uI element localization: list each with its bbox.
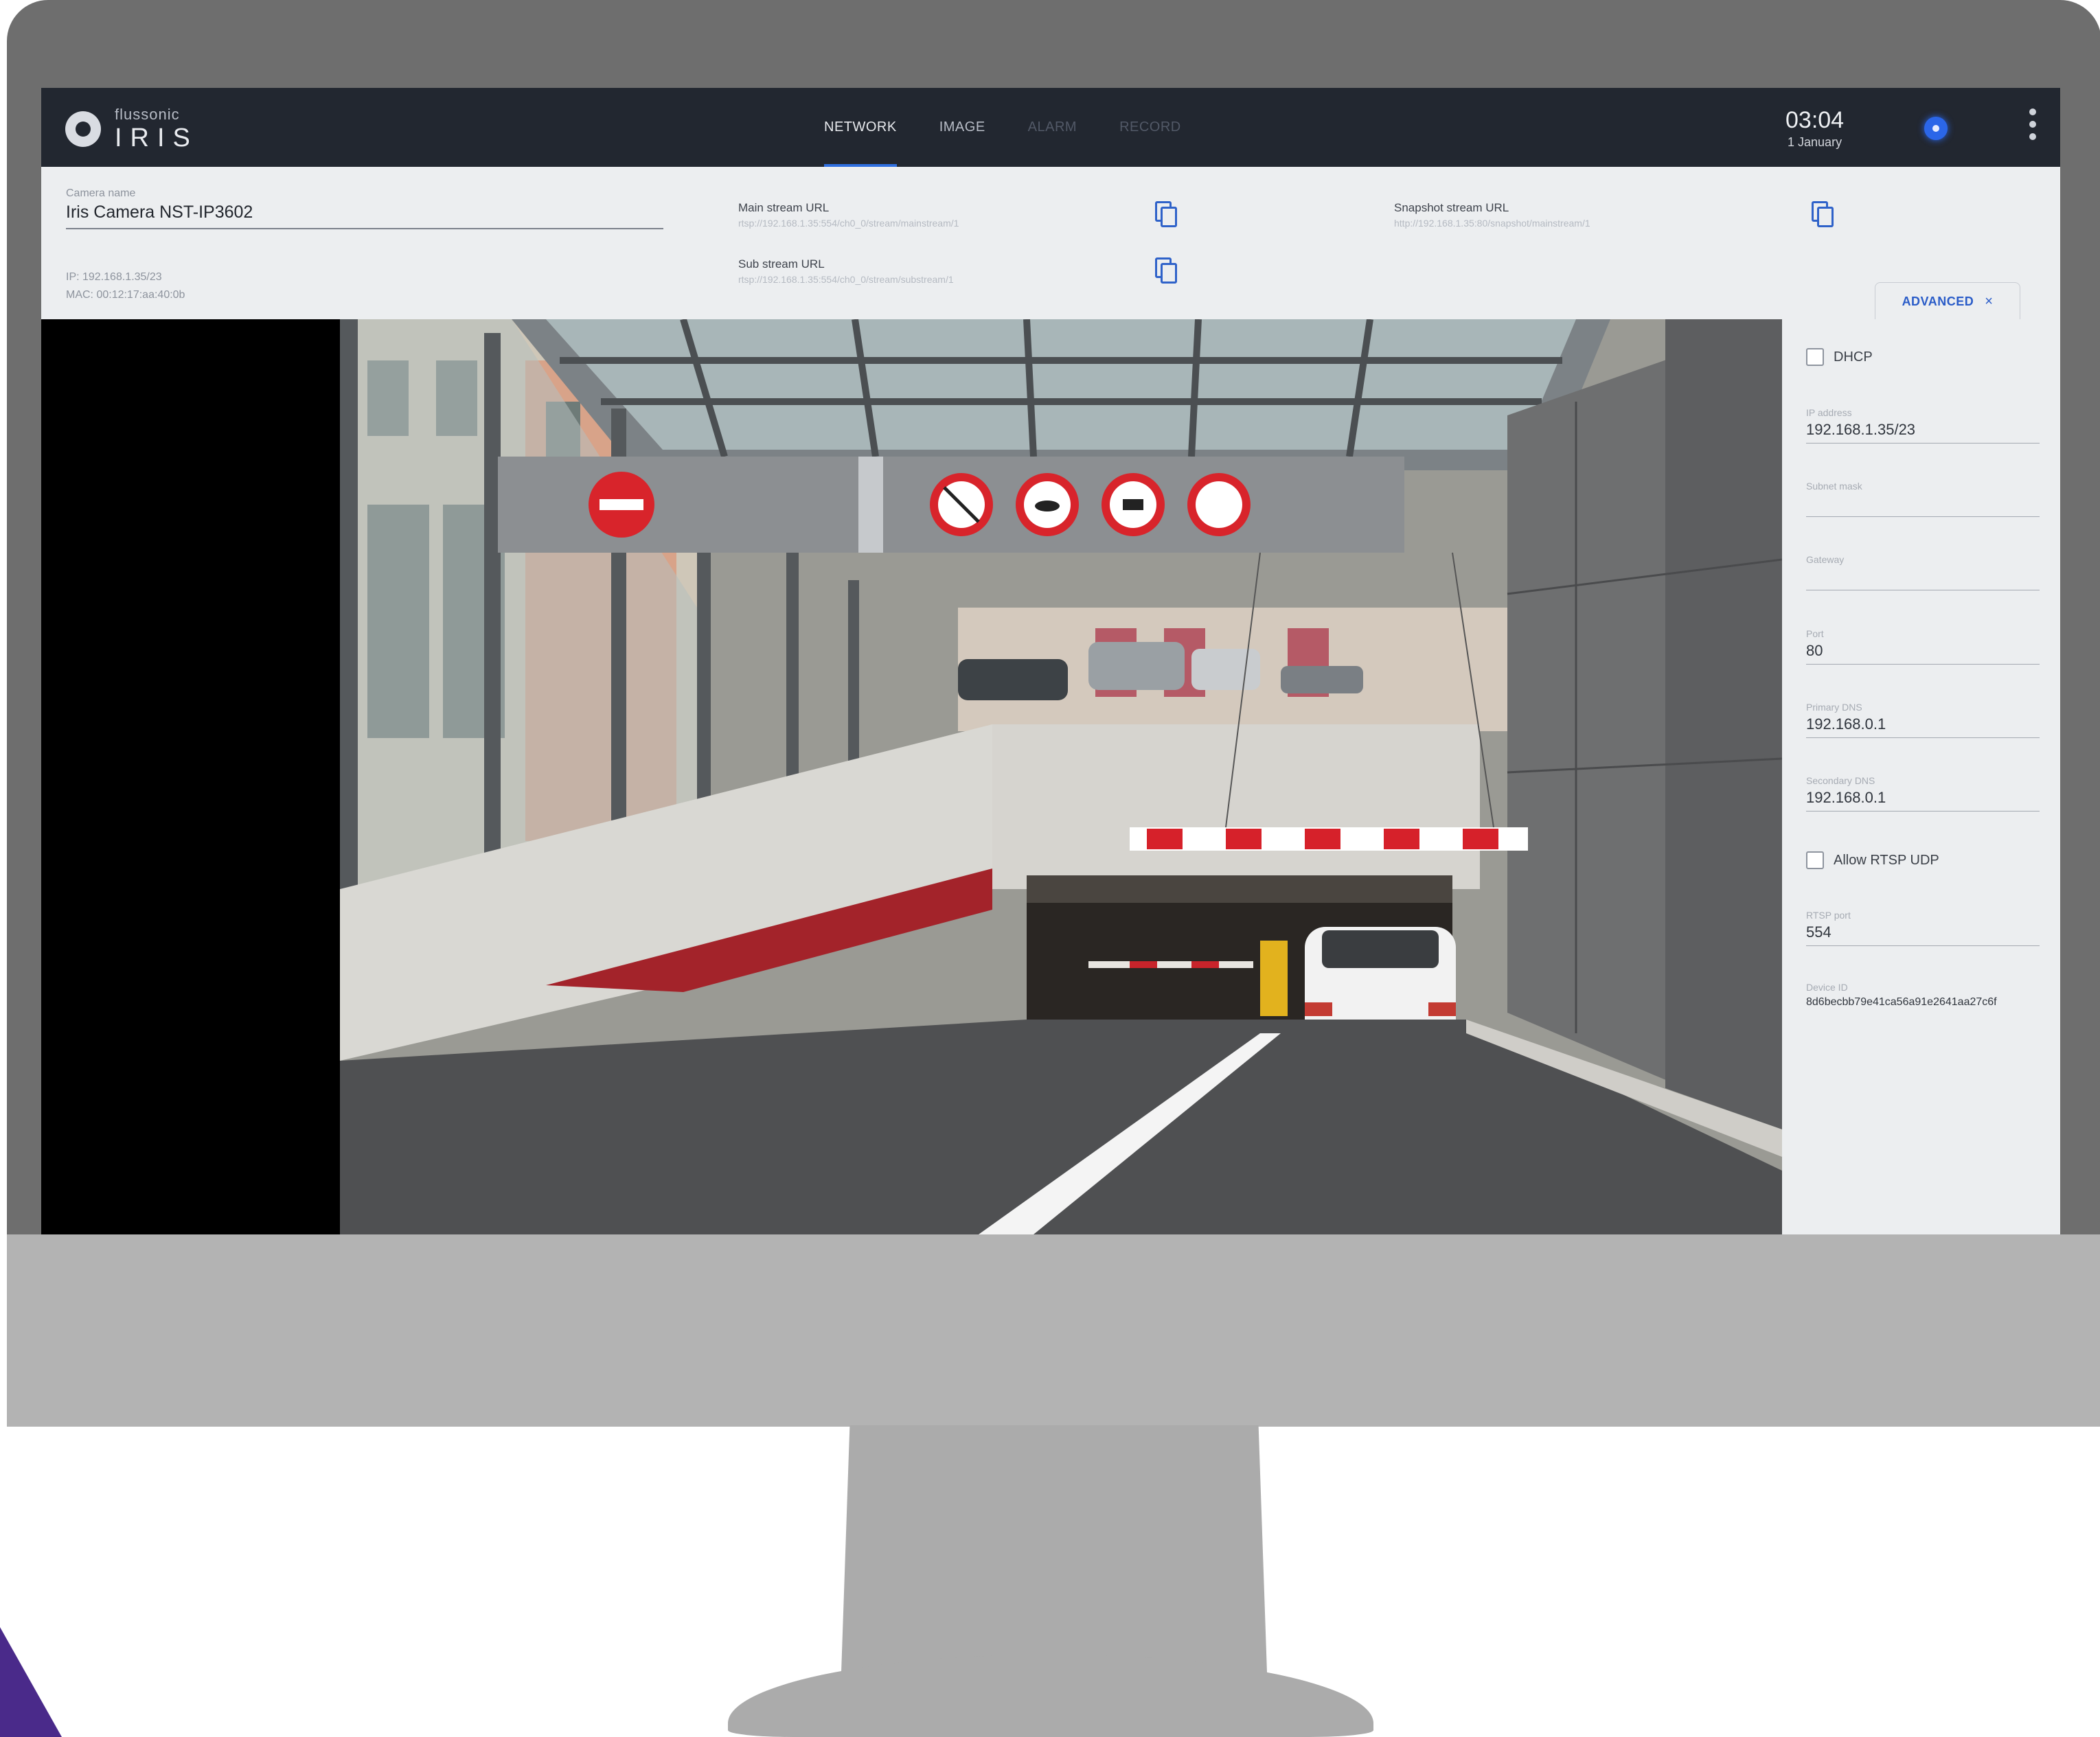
rtsp-port-label: RTSP port: [1806, 910, 1851, 921]
camera-name-input[interactable]: Iris Camera NST-IP3602: [66, 203, 663, 229]
primary-dns-label: Primary DNS: [1806, 702, 1862, 713]
gateway-label: Gateway: [1806, 554, 1845, 565]
rtsp-port-field[interactable]: RTSP port 554: [1806, 910, 2040, 946]
camera-live-view[interactable]: [340, 319, 1782, 1234]
dhcp-label: DHCP: [1834, 349, 1873, 365]
device-id-label: Device ID: [1806, 982, 1848, 993]
device-id-field: Device ID 8d6becbb79e41ca56a91e2641aa27c…: [1806, 982, 2040, 1017]
app-logo[interactable]: flussonic IRIS: [65, 107, 198, 151]
tab-image[interactable]: IMAGE: [939, 88, 985, 167]
close-icon[interactable]: ×: [1985, 294, 1993, 310]
status-indicator-icon[interactable]: [1924, 117, 1948, 140]
iris-logo-icon: [65, 111, 101, 147]
main-stream-url: Main stream URL rtsp://192.168.1.35:554/…: [738, 201, 959, 229]
ip-address-label: IP address: [1806, 407, 1852, 418]
camera-info-panel: Camera name Iris Camera NST-IP3602 IP: 1…: [41, 167, 2060, 318]
kebab-menu-icon[interactable]: [2029, 108, 2036, 140]
logo-brand: flussonic: [115, 106, 180, 123]
port-field[interactable]: Port 80: [1806, 628, 2040, 665]
copy-main-url-icon[interactable]: [1155, 201, 1177, 227]
camera-name-field[interactable]: Camera name Iris Camera NST-IP3602: [66, 187, 663, 229]
dhcp-checkbox-box[interactable]: [1806, 348, 1824, 366]
device-id-value: 8d6becbb79e41ca56a91e2641aa27c6f: [1806, 996, 1997, 1008]
clock-date: 1 January: [1788, 135, 1842, 149]
monitor-chin: [7, 1234, 2100, 1427]
secondary-dns-field[interactable]: Secondary DNS 192.168.0.1: [1806, 775, 2040, 812]
rtsp-udp-checkbox[interactable]: Allow RTSP UDP: [1806, 851, 1939, 869]
secondary-dns-label: Secondary DNS: [1806, 775, 1875, 786]
advanced-tab[interactable]: ADVANCED ×: [1875, 282, 2020, 320]
port-input[interactable]: 80: [1806, 642, 2040, 665]
snapshot-stream-value: http://192.168.1.35:80/snapshot/mainstre…: [1394, 218, 1590, 229]
corner-decoration: [0, 1627, 62, 1737]
rtsp-udp-label: Allow RTSP UDP: [1834, 852, 1939, 868]
camera-name-label: Camera name: [66, 187, 136, 199]
dhcp-checkbox[interactable]: DHCP: [1806, 348, 1873, 366]
video-letterbox: [41, 319, 340, 1234]
monitor-stand-neck: [841, 1425, 1267, 1672]
copy-sub-url-icon[interactable]: [1155, 257, 1177, 284]
monitor-stand-foot: [728, 1655, 1373, 1737]
ip-line: IP: 192.168.1.35/23: [66, 271, 162, 283]
sub-stream-label: Sub stream URL: [738, 257, 825, 271]
ip-address-input[interactable]: 192.168.1.35/23: [1806, 421, 2040, 444]
main-stream-label: Main stream URL: [738, 201, 830, 214]
rtsp-udp-checkbox-box[interactable]: [1806, 851, 1824, 869]
top-bar: flussonic IRIS NETWORK IMAGE ALARM RECOR…: [41, 88, 2060, 167]
ip-address-field[interactable]: IP address 192.168.1.35/23: [1806, 407, 2040, 444]
sub-stream-url: Sub stream URL rtsp://192.168.1.35:554/c…: [738, 257, 954, 285]
copy-snapshot-url-icon[interactable]: [1812, 201, 1834, 227]
advanced-tab-label: ADVANCED: [1902, 294, 1974, 308]
tab-alarm: ALARM: [1027, 119, 1077, 135]
rtsp-port-input[interactable]: 554: [1806, 923, 2040, 946]
subnet-mask-field[interactable]: Subnet mask: [1806, 481, 2040, 517]
sub-stream-value: rtsp://192.168.1.35:554/ch0_0/stream/sub…: [738, 274, 954, 285]
logo-product: IRIS: [115, 124, 198, 152]
snapshot-stream-label: Snapshot stream URL: [1394, 201, 1509, 214]
parking-entrance-scene: [340, 319, 1782, 1234]
subnet-mask-label: Subnet mask: [1806, 481, 1862, 492]
subnet-mask-input[interactable]: [1806, 494, 2040, 517]
secondary-dns-input[interactable]: 192.168.0.1: [1806, 789, 2040, 812]
gateway-input[interactable]: [1806, 568, 2040, 590]
tab-network[interactable]: NETWORK: [824, 88, 897, 167]
app-screen: flussonic IRIS NETWORK IMAGE ALARM RECOR…: [41, 88, 2060, 1234]
clock: 03:04 1 January: [1785, 107, 1844, 150]
clock-time: 03:04: [1785, 107, 1845, 133]
main-stream-value: rtsp://192.168.1.35:554/ch0_0/stream/mai…: [738, 218, 959, 229]
network-summary: IP: 192.168.1.35/23 MAC: 00:12:17:aa:40:…: [66, 268, 185, 304]
primary-dns-field[interactable]: Primary DNS 192.168.0.1: [1806, 702, 2040, 738]
tab-record: RECORD: [1119, 119, 1181, 135]
mac-line: MAC: 00:12:17:aa:40:0b: [66, 289, 185, 301]
main-nav: NETWORK IMAGE ALARM RECORD: [824, 88, 1181, 167]
gateway-field[interactable]: Gateway: [1806, 554, 2040, 590]
port-label: Port: [1806, 628, 1824, 639]
primary-dns-input[interactable]: 192.168.0.1: [1806, 715, 2040, 738]
advanced-panel: DHCP IP address 192.168.1.35/23 Subnet m…: [1782, 319, 2060, 1234]
snapshot-stream-url: Snapshot stream URL http://192.168.1.35:…: [1394, 201, 1590, 229]
